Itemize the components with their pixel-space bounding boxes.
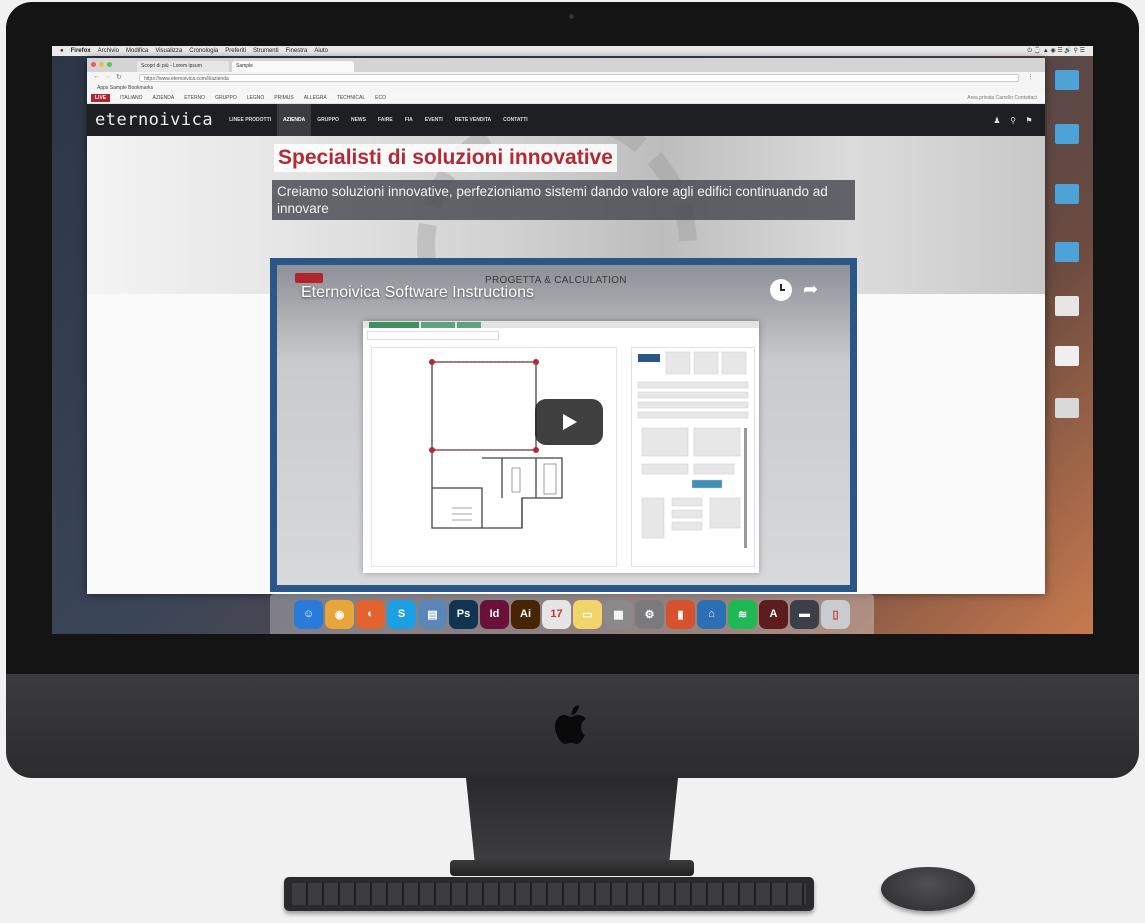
camera (569, 14, 574, 19)
nav-linee-prodotti[interactable]: LINEE PRODOTTI (223, 104, 277, 136)
menu-item[interactable]: Cronologia (189, 48, 218, 54)
play-button[interactable] (535, 399, 603, 445)
nav-azienda[interactable]: AZIENDA (277, 104, 312, 136)
watch-later-icon[interactable] (770, 279, 792, 301)
top-nav-link[interactable]: GRUPPO (215, 95, 237, 101)
desktop-folder-icon[interactable] (1055, 124, 1079, 144)
photoshop-icon[interactable]: Ps (449, 599, 478, 629)
nav-faire[interactable]: FAIRE (372, 104, 399, 136)
calendar-icon[interactable]: 17 (542, 599, 571, 629)
desktop-folder-icon[interactable] (1055, 242, 1079, 262)
desktop-folder-icon[interactable] (1055, 70, 1079, 90)
browser-window: Scopri di più - Lorem ipsum Sample ← → ↻… (87, 58, 1045, 594)
nav-eventi[interactable]: EVENTI (419, 104, 449, 136)
site-logo[interactable]: eternoivica (95, 110, 213, 130)
top-nav-link[interactable]: PRIMUS (274, 95, 293, 101)
mac-dock: ☺ ◉ ◐ S ▤ Ps Id Ai 17 ▭ ▦ ⚙ ▮ ⌂ ≋ A ▬ ▯ (270, 594, 874, 634)
nav-news[interactable]: NEWS (345, 104, 372, 136)
software-tab-bar (363, 321, 759, 328)
top-nav-link[interactable]: ITALIANO (120, 95, 142, 101)
top-nav-link[interactable]: ALLEGRA (304, 95, 327, 101)
keynote-icon[interactable]: ▮ (666, 599, 695, 629)
search-icon[interactable]: ⚲ (1005, 116, 1021, 125)
indesign-icon[interactable]: Id (480, 599, 509, 629)
bookmarks-bar[interactable]: Apps Sample Bookmarks (87, 84, 1045, 93)
site-main-nav: eternoivica LINEE PRODOTTI AZIENDA GRUPP… (87, 104, 1045, 136)
spotify-icon[interactable]: ≋ (728, 599, 757, 629)
top-nav-link[interactable]: LEGNO (247, 95, 265, 101)
apple-menu-icon[interactable]: ● (60, 48, 64, 54)
menu-item[interactable]: Firefox (71, 48, 91, 54)
chrome-icon[interactable]: ◉ (325, 599, 354, 629)
reload-icon[interactable]: ↻ (116, 73, 122, 81)
nav-gruppo[interactable]: GRUPPO (311, 104, 345, 136)
browser-tab-active[interactable]: Sample (232, 61, 354, 72)
mac-menu-bar: ● Firefox Archivio Modifica Visualizza C… (52, 46, 1093, 56)
settings-panel (631, 347, 755, 567)
user-icon[interactable]: ♟ (989, 116, 1005, 125)
video-embed[interactable]: PROGETTA & CALCULATION Eternoivica Softw… (270, 258, 857, 592)
preview-icon[interactable]: ▤ (418, 599, 447, 629)
minimize-window-icon[interactable] (99, 62, 104, 67)
video-frame[interactable]: PROGETTA & CALCULATION Eternoivica Softw… (277, 265, 850, 585)
share-icon[interactable]: ➦ (803, 279, 818, 300)
flag-icon[interactable]: ⚑ (1021, 116, 1037, 125)
maximize-window-icon[interactable] (107, 62, 112, 67)
vpn-icon[interactable]: ⌂ (697, 599, 726, 629)
menu-item[interactable]: Finestra (286, 48, 308, 54)
desktop-screen: ● Firefox Archivio Modifica Visualizza C… (52, 46, 1093, 634)
mouse (881, 867, 975, 911)
keyboard (284, 877, 814, 911)
notes-icon[interactable]: ▭ (573, 599, 602, 629)
hero-title: Specialisti di soluzioni innovative (274, 144, 617, 172)
status-tray[interactable]: ⏻ ⌚ ▲ ◉ ☰ 🔊 ⚲ ☰ (1027, 47, 1093, 55)
desktop-document-icon[interactable] (1055, 398, 1079, 418)
hero-subtitle: Creiamo soluzioni innovative, perfezioni… (272, 180, 855, 220)
live-badge[interactable]: LIVE (91, 94, 111, 102)
menu-item[interactable]: Aiuto (314, 48, 328, 54)
file-manager-icon[interactable]: ▦ (604, 599, 633, 629)
site-top-nav: LIVE ITALIANO AZIENDA ETERNO GRUPPO LEGN… (87, 93, 1045, 104)
monitor-stand (466, 778, 678, 860)
downloads-icon[interactable]: ▬ (790, 599, 819, 629)
video-title[interactable]: Eternoivica Software Instructions (301, 284, 534, 302)
top-nav-link[interactable]: TECHNICAL (337, 95, 365, 101)
back-icon[interactable]: ← (93, 73, 100, 80)
apple-logo-icon (548, 700, 596, 752)
forward-icon[interactable]: → (104, 73, 111, 80)
menu-item[interactable]: Strumenti (253, 48, 279, 54)
top-nav-link[interactable]: ETERNO (184, 95, 205, 101)
software-select-field (367, 331, 499, 340)
nav-rete-vendita[interactable]: RETE VENDITA (449, 104, 497, 136)
nav-contatti[interactable]: CONTATTI (497, 104, 534, 136)
trash-icon[interactable]: ▯ (821, 599, 850, 629)
menu-item[interactable]: Preferiti (225, 48, 246, 54)
menu-item[interactable]: Modifica (126, 48, 148, 54)
channel-logo[interactable] (295, 273, 323, 283)
browser-tab[interactable]: Scopri di più - Lorem ipsum (137, 61, 229, 72)
desktop-folder-icon[interactable] (1055, 184, 1079, 204)
menu-item[interactable]: Visualizza (155, 48, 182, 54)
acrobat-icon[interactable]: A (759, 599, 788, 629)
browser-tab-strip: Scopri di più - Lorem ipsum Sample (87, 58, 1045, 72)
top-nav-account-links[interactable]: Area privata Carrello Contattaci (967, 95, 1045, 101)
finder-icon[interactable]: ☺ (294, 599, 323, 629)
illustrator-icon[interactable]: Ai (511, 599, 540, 629)
desktop-document-icon[interactable] (1055, 346, 1079, 366)
url-field[interactable]: https://www.eternoivica.com/it/azienda (139, 74, 1019, 82)
top-nav-link[interactable]: AZIENDA (153, 95, 175, 101)
nav-fia[interactable]: FIA (399, 104, 419, 136)
monitor-stand-base (450, 860, 694, 876)
floor-plan-canvas (371, 347, 617, 567)
software-screenshot (363, 321, 759, 573)
browser-menu-icon[interactable]: ⋮ (1027, 73, 1034, 81)
top-nav-link[interactable]: ECO (375, 95, 386, 101)
desktop-document-icon[interactable] (1055, 296, 1079, 316)
skype-icon[interactable]: S (387, 599, 416, 629)
close-window-icon[interactable] (91, 62, 96, 67)
firefox-icon[interactable]: ◐ (356, 599, 385, 629)
system-prefs-icon[interactable]: ⚙ (635, 599, 664, 629)
menu-item[interactable]: Archivio (98, 48, 119, 54)
